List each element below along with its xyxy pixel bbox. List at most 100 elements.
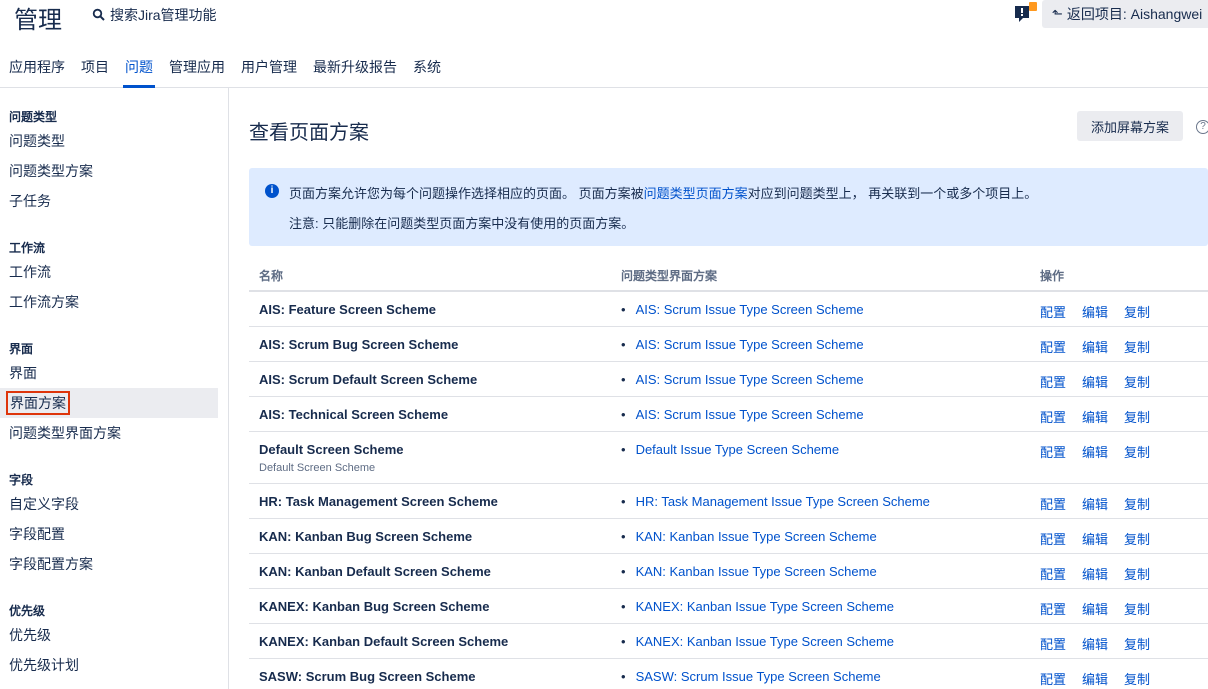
sidebar-item-subtasks[interactable]: 子任务 xyxy=(0,186,218,216)
issue-type-screen-scheme-cell: • KANEX: Kanban Issue Type Screen Scheme xyxy=(621,634,894,649)
sidebar-item-custom-fields[interactable]: 自定义字段 xyxy=(0,489,218,519)
issue-type-screen-scheme-link[interactable]: KANEX: Kanban Issue Type Screen Scheme xyxy=(636,599,894,614)
sidebar-item-priority-schemes[interactable]: 优先级计划 xyxy=(0,650,218,680)
configure-link[interactable]: 配置 xyxy=(1040,407,1066,426)
edit-link[interactable]: 编辑 xyxy=(1082,634,1108,653)
issue-type-screen-scheme-link[interactable]: SASW: Scrum Issue Type Screen Scheme xyxy=(636,669,881,684)
configure-link[interactable]: 配置 xyxy=(1040,372,1066,391)
configure-link[interactable]: 配置 xyxy=(1040,337,1066,356)
copy-link[interactable]: 复制 xyxy=(1124,494,1150,513)
sidebar-item-field-configurations[interactable]: 字段配置 xyxy=(0,519,218,549)
edit-link[interactable]: 编辑 xyxy=(1082,337,1108,356)
sidebar-item-issue-type-screen-schemes[interactable]: 问题类型界面方案 xyxy=(0,418,218,448)
issue-type-screen-scheme-link[interactable]: Default Issue Type Screen Scheme xyxy=(636,442,840,457)
info-icon: i xyxy=(265,184,279,198)
scheme-name: KAN: Kanban Default Screen Scheme xyxy=(259,564,491,579)
copy-link[interactable]: 复制 xyxy=(1124,564,1150,583)
configure-link[interactable]: 配置 xyxy=(1040,302,1066,321)
copy-link[interactable]: 复制 xyxy=(1124,442,1150,461)
sidebar-item-issue-type-schemes[interactable]: 问题类型方案 xyxy=(0,156,218,186)
sidebar-item-priorities[interactable]: 优先级 xyxy=(0,620,218,650)
issue-type-screen-scheme-link[interactable]: AIS: Scrum Issue Type Screen Scheme xyxy=(636,372,864,387)
configure-link[interactable]: 配置 xyxy=(1040,442,1066,461)
sidebar-item-issue-types[interactable]: 问题类型 xyxy=(0,126,218,156)
help-icon[interactable]: ? xyxy=(1196,120,1208,134)
configure-link[interactable]: 配置 xyxy=(1040,564,1066,583)
issue-type-screen-scheme-link[interactable]: KANEX: Kanban Issue Type Screen Scheme xyxy=(636,634,894,649)
scheme-name: AIS: Technical Screen Scheme xyxy=(259,407,449,422)
edit-link[interactable]: 编辑 xyxy=(1082,407,1108,426)
screen-schemes-table: 名称 问题类型界面方案 操作 AIS: Feature Screen Schem… xyxy=(249,258,1208,689)
nav-tab-manage-apps[interactable]: 管理应用 xyxy=(161,50,233,88)
info-text-line1: 页面方案允许您为每个问题操作选择相应的页面。 页面方案被问题类型页面方案对应到问… xyxy=(289,183,1037,202)
nav-tab-user-management[interactable]: 用户管理 xyxy=(233,50,305,88)
configure-link[interactable]: 配置 xyxy=(1040,599,1066,618)
copy-link[interactable]: 复制 xyxy=(1124,407,1150,426)
table-row: SASW: Scrum Bug Screen Scheme • SASW: Scru… xyxy=(249,659,1208,689)
edit-link[interactable]: 编辑 xyxy=(1082,599,1108,618)
sidebar-item-workflows[interactable]: 工作流 xyxy=(0,257,218,287)
row-operations: 配置 编辑 复制 xyxy=(1040,442,1166,461)
configure-link[interactable]: 配置 xyxy=(1040,634,1066,653)
issue-type-screen-scheme-link[interactable]: AIS: Scrum Issue Type Screen Scheme xyxy=(636,337,864,352)
edit-link[interactable]: 编辑 xyxy=(1082,494,1108,513)
bullet-icon: • xyxy=(621,529,626,544)
issue-type-screen-scheme-link[interactable]: AIS: Scrum Issue Type Screen Scheme xyxy=(636,302,864,317)
back-to-project-button[interactable]: ⬑ 返回项目: Aishangwei xyxy=(1042,0,1208,28)
sidebar-item-screen-schemes[interactable]: 界面方案 xyxy=(0,388,218,418)
issue-type-screen-scheme-link[interactable]: KAN: Kanban Issue Type Screen Scheme xyxy=(636,529,877,544)
nav-tab-applications[interactable]: 应用程序 xyxy=(0,50,73,88)
bullet-icon: • xyxy=(621,407,626,422)
nav-tab-upgrade-report[interactable]: 最新升级报告 xyxy=(305,50,405,88)
feedback-icon[interactable] xyxy=(1014,2,1038,24)
sidebar-item-screens[interactable]: 界面 xyxy=(0,358,218,388)
copy-link[interactable]: 复制 xyxy=(1124,669,1150,688)
issue-type-screen-scheme-cell: • AIS: Scrum Issue Type Screen Scheme xyxy=(621,337,864,352)
copy-link[interactable]: 复制 xyxy=(1124,302,1150,321)
edit-link[interactable]: 编辑 xyxy=(1082,442,1108,461)
issue-type-screen-scheme-cell: • SASW: Scrum Issue Type Screen Scheme xyxy=(621,669,881,684)
sidebar-item-workflow-schemes[interactable]: 工作流方案 xyxy=(0,287,218,317)
row-operations: 配置 编辑 复制 xyxy=(1040,407,1166,426)
copy-link[interactable]: 复制 xyxy=(1124,337,1150,356)
copy-link[interactable]: 复制 xyxy=(1124,372,1150,391)
sidebar-heading: 工作流 xyxy=(9,241,46,255)
nav-tab-system[interactable]: 系统 xyxy=(405,50,449,88)
info-text: 页面方案允许您为每个问题操作选择相应的页面。 页面方案被 xyxy=(289,186,644,201)
bullet-icon: • xyxy=(621,564,626,579)
nav-tab-issues[interactable]: 问题 xyxy=(117,50,161,88)
issue-type-screen-scheme-link[interactable]: HR: Task Management Issue Type Screen Sc… xyxy=(636,494,930,509)
edit-link[interactable]: 编辑 xyxy=(1082,302,1108,321)
edit-link[interactable]: 编辑 xyxy=(1082,669,1108,688)
configure-link[interactable]: 配置 xyxy=(1040,494,1066,513)
edit-link[interactable]: 编辑 xyxy=(1082,564,1108,583)
copy-link[interactable]: 复制 xyxy=(1124,634,1150,653)
info-text: 对应到问题类型上， 再关联到一个或多个项目上。 xyxy=(747,186,1038,201)
back-arrow-icon: ⬑ xyxy=(1052,6,1063,21)
issue-type-screen-scheme-link[interactable]: 问题类型页面方案 xyxy=(644,186,748,201)
scheme-name: KANEX: Kanban Bug Screen Scheme xyxy=(259,599,490,614)
copy-link[interactable]: 复制 xyxy=(1124,599,1150,618)
table-row: AIS: Feature Screen Scheme • AIS: Scrum Is… xyxy=(249,292,1208,327)
bullet-icon: • xyxy=(621,337,626,352)
row-operations: 配置 编辑 复制 xyxy=(1040,302,1166,321)
table-body: AIS: Feature Screen Scheme • AIS: Scrum Is… xyxy=(249,292,1208,689)
copy-link[interactable]: 复制 xyxy=(1124,529,1150,548)
configure-link[interactable]: 配置 xyxy=(1040,529,1066,548)
page-title: 管理 xyxy=(14,7,62,34)
sidebar-item-field-configuration-schemes[interactable]: 字段配置方案 xyxy=(0,549,218,579)
bullet-icon: • xyxy=(621,494,626,509)
scheme-description: Default Screen Scheme xyxy=(259,462,376,474)
admin-search[interactable]: 搜索Jira管理功能 xyxy=(92,5,217,25)
issue-type-screen-scheme-link[interactable]: AIS: Scrum Issue Type Screen Scheme xyxy=(636,407,864,422)
edit-link[interactable]: 编辑 xyxy=(1082,529,1108,548)
edit-link[interactable]: 编辑 xyxy=(1082,372,1108,391)
configure-link[interactable]: 配置 xyxy=(1040,669,1066,688)
add-screen-scheme-button[interactable]: 添加屏幕方案 xyxy=(1077,111,1183,141)
table-row: Default Screen Scheme Default Screen Sche… xyxy=(249,432,1208,484)
bullet-icon: • xyxy=(621,669,626,684)
nav-tab-projects[interactable]: 项目 xyxy=(73,50,117,88)
table-row: AIS: Scrum Default Screen Scheme • AIS: Sc… xyxy=(249,362,1208,397)
row-operations: 配置 编辑 复制 xyxy=(1040,372,1166,391)
issue-type-screen-scheme-link[interactable]: KAN: Kanban Issue Type Screen Scheme xyxy=(636,564,877,579)
